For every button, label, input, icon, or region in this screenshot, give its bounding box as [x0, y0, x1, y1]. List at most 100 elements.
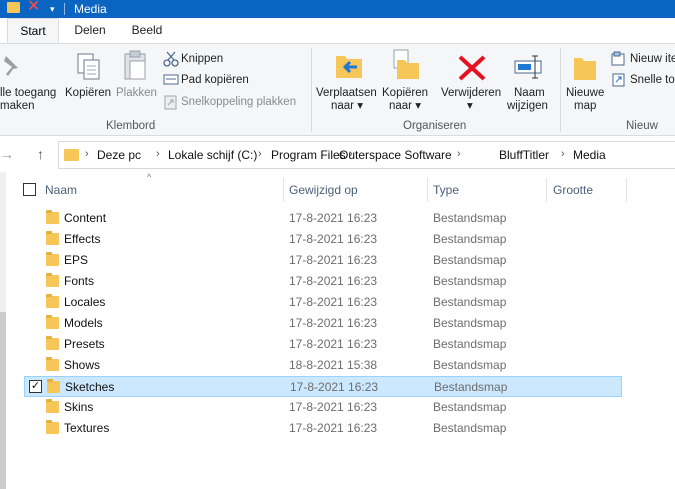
copy-to-label1[interactable]: Kopiëren: [382, 87, 428, 100]
folder-icon: [46, 315, 59, 329]
new-item-icon[interactable]: [611, 51, 627, 67]
new-item-button[interactable]: Nieuw ite: [630, 53, 675, 66]
file-type: Bestandsmap: [433, 358, 507, 372]
move-to-icon[interactable]: [333, 50, 365, 82]
table-row[interactable]: Presets 17-8-2021 16:23 Bestandsmap: [24, 334, 622, 355]
column-divider[interactable]: [546, 178, 547, 202]
paste-button[interactable]: Plakken: [116, 87, 157, 100]
copy-to-label2[interactable]: naar ▾: [389, 100, 421, 113]
breadcrumb-item[interactable]: BluffTitler: [499, 149, 549, 162]
copy-icon[interactable]: [76, 52, 102, 82]
breadcrumb-separator[interactable]: ›: [156, 148, 160, 161]
breadcrumb-separator[interactable]: ›: [457, 148, 461, 161]
pin-quick-access-label1[interactable]: lle toegang: [0, 87, 56, 100]
file-name[interactable]: Presets: [64, 338, 105, 351]
table-row[interactable]: Content 17-8-2021 16:23 Bestandsmap: [24, 208, 622, 229]
column-divider[interactable]: [283, 178, 284, 202]
table-row-selected[interactable]: ✓ Sketches 17-8-2021 16:23 Bestandsmap: [24, 376, 622, 397]
table-row[interactable]: Fonts 17-8-2021 16:23 Bestandsmap: [24, 271, 622, 292]
copy-to-icon[interactable]: [391, 48, 423, 82]
table-row[interactable]: EPS 17-8-2021 16:23 Bestandsmap: [24, 250, 622, 271]
file-name[interactable]: Textures: [64, 422, 109, 435]
file-name[interactable]: Sketches: [65, 381, 114, 394]
paste-shortcut-icon[interactable]: [163, 94, 179, 110]
folder-icon: [46, 210, 59, 224]
new-folder-icon[interactable]: [572, 52, 598, 82]
tab-start[interactable]: Start: [7, 18, 59, 43]
file-date: 17-8-2021 16:23: [289, 232, 378, 246]
file-name[interactable]: Effects: [64, 233, 100, 246]
delete-button[interactable]: Verwijderen: [441, 87, 501, 100]
file-type: Bestandsmap: [433, 400, 507, 414]
pin-quick-access-label2[interactable]: maken: [0, 100, 35, 113]
up-arrow-icon[interactable]: ↑: [37, 146, 44, 162]
paste-shortcut-button[interactable]: Snelkoppeling plakken: [181, 96, 296, 109]
address-bar[interactable]: › Deze pc › Lokale schijf (C:) › Program…: [58, 141, 675, 169]
file-date: 17-8-2021 16:23: [289, 295, 378, 309]
breadcrumb-separator[interactable]: ›: [258, 148, 262, 161]
table-row[interactable]: Skins 17-8-2021 16:23 Bestandsmap: [24, 397, 622, 418]
delete-icon[interactable]: [457, 54, 487, 82]
folder-icon: [46, 420, 59, 434]
row-checkbox[interactable]: ✓: [29, 380, 42, 393]
breadcrumb-separator[interactable]: ›: [85, 148, 89, 161]
rename-label1[interactable]: Naam: [514, 87, 545, 100]
table-row[interactable]: Textures 17-8-2021 16:23 Bestandsmap: [24, 418, 622, 439]
breadcrumb-separator[interactable]: ›: [561, 148, 565, 161]
navigation-pane-scrollbar[interactable]: [0, 172, 6, 489]
folder-icon: [46, 231, 59, 245]
file-name[interactable]: Shows: [64, 359, 100, 372]
column-divider[interactable]: [626, 178, 627, 202]
file-date: 17-8-2021 16:23: [289, 421, 378, 435]
file-date: 18-8-2021 15:38: [289, 358, 378, 372]
file-name[interactable]: EPS: [64, 254, 88, 267]
close-x-icon[interactable]: ✕: [27, 0, 40, 16]
paste-icon[interactable]: [122, 50, 150, 82]
file-name[interactable]: Models: [64, 317, 103, 330]
breadcrumb-item[interactable]: Media: [573, 149, 606, 162]
table-row[interactable]: Models 17-8-2021 16:23 Bestandsmap: [24, 313, 622, 334]
column-header-type[interactable]: Type: [433, 176, 459, 204]
column-header-size[interactable]: Grootte: [553, 176, 593, 204]
file-name[interactable]: Fonts: [64, 275, 94, 288]
file-name[interactable]: Locales: [64, 296, 105, 309]
rename-icon[interactable]: [513, 52, 545, 82]
table-row[interactable]: Effects 17-8-2021 16:23 Bestandsmap: [24, 229, 622, 250]
breadcrumb-item[interactable]: Program Files: [271, 149, 346, 162]
new-folder-label1[interactable]: Nieuwe: [566, 87, 604, 100]
breadcrumb-item[interactable]: Outerspace Software: [339, 149, 452, 162]
rename-label2[interactable]: wijzigen: [507, 100, 548, 113]
file-name[interactable]: Skins: [64, 401, 93, 414]
delete-dropdown-icon[interactable]: ▾: [467, 100, 473, 113]
tab-delen[interactable]: Delen: [67, 18, 113, 43]
group-label-nieuw: Nieuw: [626, 120, 658, 132]
column-header-name[interactable]: Naam: [45, 176, 77, 204]
group-divider: [560, 48, 561, 132]
breadcrumb-item[interactable]: Lokale schijf (C:): [168, 149, 257, 162]
folder-icon: [46, 294, 59, 308]
folder-icon: [46, 357, 59, 371]
column-divider[interactable]: [427, 178, 428, 202]
cut-button[interactable]: Knippen: [181, 53, 223, 66]
table-row[interactable]: Locales 17-8-2021 16:23 Bestandsmap: [24, 292, 622, 313]
folder-icon[interactable]: [7, 2, 20, 13]
copy-path-icon[interactable]: [163, 73, 179, 87]
table-row[interactable]: Shows 18-8-2021 15:38 Bestandsmap: [24, 355, 622, 376]
scrollbar-thumb[interactable]: [0, 312, 6, 489]
move-to-label2[interactable]: naar ▾: [331, 100, 363, 113]
move-to-label1[interactable]: Verplaatsen: [316, 87, 377, 100]
select-all-checkbox[interactable]: [23, 183, 36, 196]
tab-beeld[interactable]: Beeld: [124, 18, 170, 43]
dropdown-icon[interactable]: ▾: [50, 1, 55, 17]
new-folder-label2[interactable]: map: [574, 100, 596, 113]
easy-access-icon[interactable]: [611, 72, 627, 88]
file-name[interactable]: Content: [64, 212, 106, 225]
scissors-icon[interactable]: [163, 51, 179, 67]
folder-icon: [46, 336, 59, 350]
column-header-modified[interactable]: Gewijzigd op: [289, 176, 358, 204]
copy-button[interactable]: Kopiëren: [65, 87, 111, 100]
copy-path-button[interactable]: Pad kopiëren: [181, 74, 249, 87]
easy-access-button[interactable]: Snelle to: [630, 74, 675, 87]
back-arrow-icon[interactable]: →: [0, 146, 14, 162]
breadcrumb-item[interactable]: Deze pc: [97, 149, 141, 162]
